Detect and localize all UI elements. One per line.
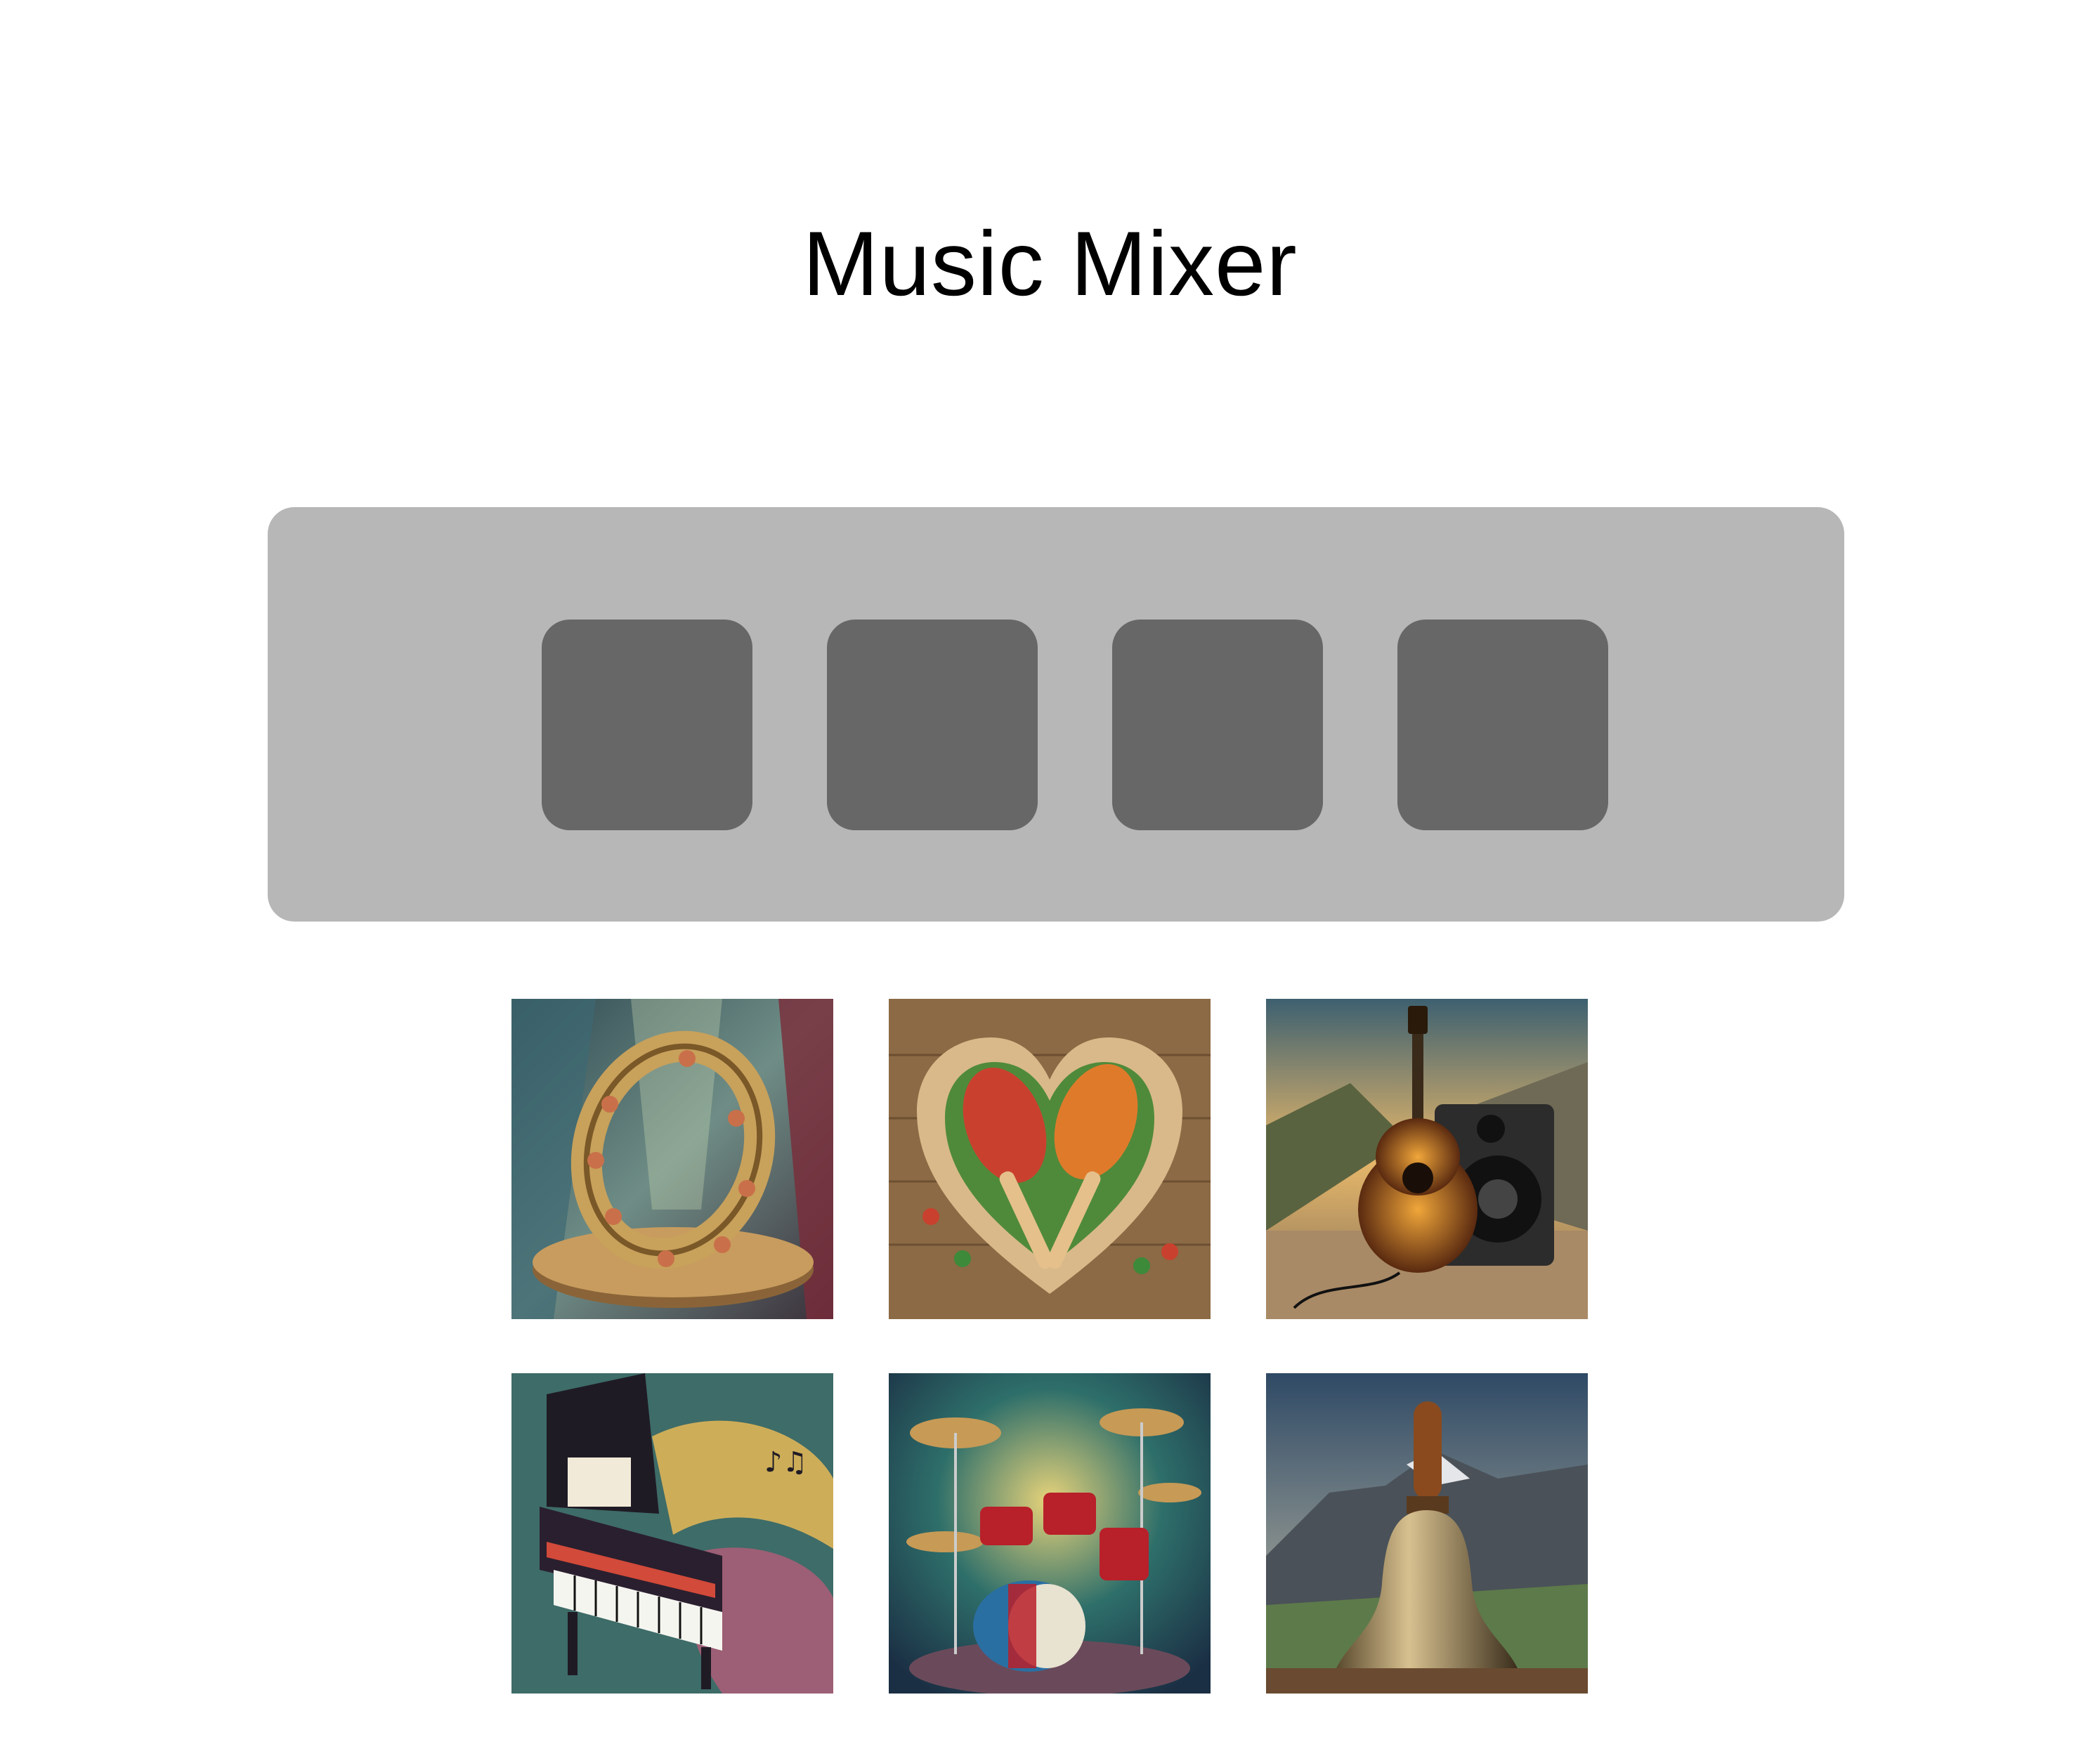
mixer-slot-4[interactable]: [1397, 620, 1608, 830]
svg-text:♪♫: ♪♫: [764, 1446, 807, 1479]
instrument-tambourine[interactable]: [511, 999, 833, 1319]
instrument-maracas[interactable]: [889, 999, 1211, 1319]
page-title: Music Mixer: [802, 212, 1298, 315]
mixer-slot-3[interactable]: [1112, 620, 1323, 830]
instrument-guitar[interactable]: [1266, 999, 1588, 1319]
hand-bell-icon: [1266, 1373, 1588, 1694]
mixer-slot-2[interactable]: [827, 620, 1038, 830]
instrument-piano[interactable]: ♪♫: [511, 1373, 833, 1694]
grand-piano-icon: ♪♫: [511, 1373, 833, 1694]
tambourine-icon: [511, 999, 833, 1319]
mixer-slot-1[interactable]: [542, 620, 752, 830]
mixer-panel: [268, 507, 1844, 922]
instrument-drums[interactable]: [889, 1373, 1211, 1694]
maracas-icon: [889, 999, 1211, 1319]
instrument-bell[interactable]: [1266, 1373, 1588, 1694]
drum-kit-icon: [889, 1373, 1211, 1694]
acoustic-guitar-icon: [1266, 999, 1588, 1319]
